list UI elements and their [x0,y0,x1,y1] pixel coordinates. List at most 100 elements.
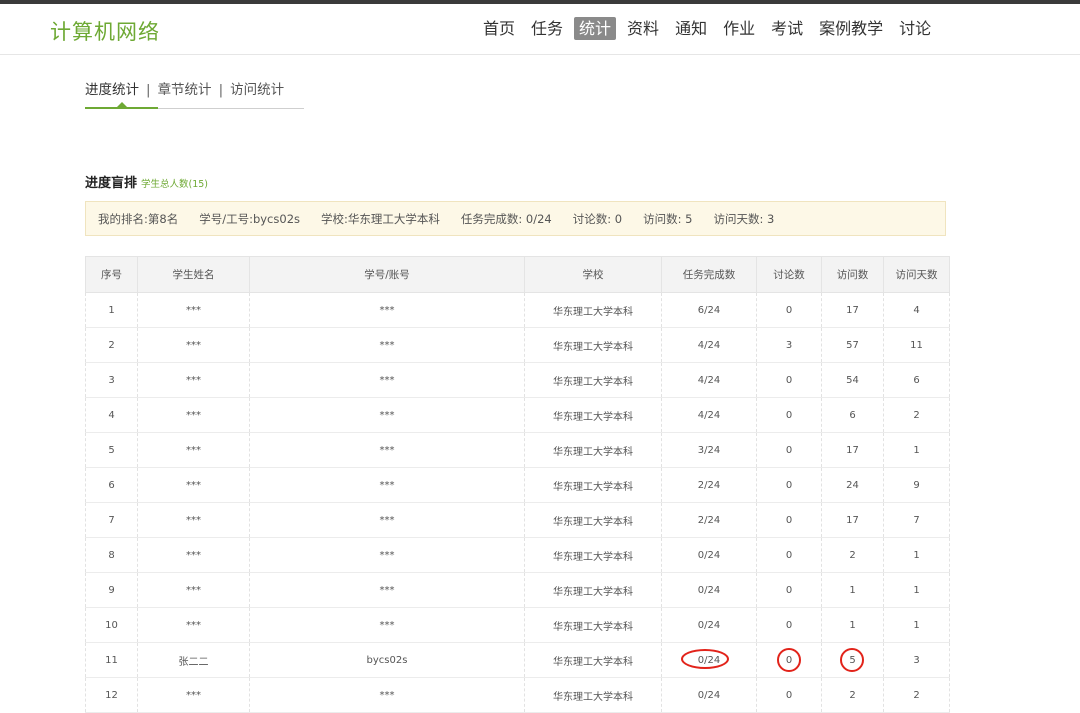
cell-tasks: 2/24 [661,467,757,503]
cell-visits: 1 [821,572,884,608]
red-highlight-circle [776,647,801,672]
header: 计算机网络 首页 任务 统计 资料 通知 作业 考试 案例教学 讨论 [0,4,1080,55]
nav-notices[interactable]: 通知 [670,17,712,40]
cell-tasks: 4/24 [661,397,757,433]
cell-index: 11 [85,642,138,678]
cell-discussions: 0 [756,432,822,468]
cell-index: 9 [85,572,138,608]
table-row: 10 *** *** 华东理工大学本科 0/24 0 1 1 [85,607,950,643]
cell-name: *** [137,327,250,363]
cell-visits: 2 [821,677,884,713]
cell-discussions: 0 [756,607,822,643]
cell-account: *** [249,502,525,538]
cell-visits: 1 [821,607,884,643]
cell-discussions: 0 [756,572,822,608]
cell-index: 8 [85,537,138,573]
cell-name: *** [137,502,250,538]
cell-name: *** [137,467,250,503]
table-row: 12 *** *** 华东理工大学本科 0/24 0 2 2 [85,677,950,713]
col-header-index: 序号 [85,256,138,293]
my-visits: 访问数: 5 [643,211,693,226]
cell-account: *** [249,292,525,328]
section-title: 进度盲排 学生总人数(15) [85,172,208,191]
cell-school: 华东理工大学本科 [524,502,662,538]
active-tab-underline [85,107,158,109]
course-title[interactable]: 计算机网络 [50,16,160,46]
nav-homework[interactable]: 作业 [718,17,760,40]
cell-name: *** [137,292,250,328]
nav-discussion[interactable]: 讨论 [894,17,936,40]
nav-statistics[interactable]: 统计 [574,17,617,40]
nav-case-teaching[interactable]: 案例教学 [814,17,888,40]
cell-index: 10 [85,607,138,643]
cell-name: *** [137,537,250,573]
col-header-visit-days: 访问天数 [883,256,950,293]
cell-tasks: 0/24 [661,642,757,678]
cell-visit-days: 1 [883,432,950,468]
table-row: 5 *** *** 华东理工大学本科 3/24 0 17 1 [85,432,950,468]
cell-index: 1 [85,292,138,328]
cell-index: 3 [85,362,138,398]
cell-tasks: 3/24 [661,432,757,468]
cell-school: 华东理工大学本科 [524,537,662,573]
progress-ranking-table: 序号 学生姓名 学号/账号 学校 任务完成数 讨论数 访问数 访问天数 1 ***… [85,256,950,713]
cell-discussions: 3 [756,327,822,363]
cell-school: 华东理工大学本科 [524,432,662,468]
cell-visit-days: 11 [883,327,950,363]
cell-tasks: 4/24 [661,327,757,363]
col-header-tasks: 任务完成数 [661,256,757,293]
nav-tasks[interactable]: 任务 [526,17,568,40]
cell-school: 华东理工大学本科 [524,677,662,713]
tab-progress-stats[interactable]: 进度统计 [85,80,139,100]
cell-visit-days: 2 [883,677,950,713]
red-highlight-circle [680,648,729,669]
cell-name: *** [137,397,250,433]
cell-name: *** [137,432,250,468]
cell-index: 4 [85,397,138,433]
cell-name: *** [137,607,250,643]
cell-school: 华东理工大学本科 [524,327,662,363]
cell-account: *** [249,432,525,468]
cell-tasks: 6/24 [661,292,757,328]
tab-separator: | [218,82,224,98]
cell-visit-days: 4 [883,292,950,328]
cell-visit-days: 1 [883,607,950,643]
cell-school: 华东理工大学本科 [524,397,662,433]
cell-visit-days: 3 [883,642,950,678]
cell-tasks: 0/24 [661,572,757,608]
cell-visits: 17 [821,432,884,468]
col-header-name: 学生姓名 [137,256,250,293]
cell-tasks: 2/24 [661,502,757,538]
highlighted-value: 0/24 [680,648,729,669]
cell-discussions: 0 [756,502,822,538]
cell-school: 华东理工大学本科 [524,362,662,398]
tab-visit-stats[interactable]: 访问统计 [230,80,284,100]
cell-school: 华东理工大学本科 [524,607,662,643]
tab-chapter-stats[interactable]: 章节统计 [158,80,212,100]
cell-visits: 17 [821,292,884,328]
cell-index: 2 [85,327,138,363]
table-row: 8 *** *** 华东理工大学本科 0/24 0 2 1 [85,537,950,573]
cell-name: 张二二 [137,642,250,678]
nav-home[interactable]: 首页 [478,17,520,40]
cell-discussions: 0 [756,397,822,433]
col-header-discussions: 讨论数 [756,256,822,293]
cell-visit-days: 6 [883,362,950,398]
table-row: 6 *** *** 华东理工大学本科 2/24 0 24 9 [85,467,950,503]
section-title-text: 进度盲排 [85,176,138,191]
cell-visit-days: 1 [883,572,950,608]
nav-materials[interactable]: 资料 [622,17,664,40]
cell-discussions: 0 [756,292,822,328]
cell-school: 华东理工大学本科 [524,642,662,678]
cell-visits: 24 [821,467,884,503]
nav-exams[interactable]: 考试 [766,17,808,40]
cell-visit-days: 2 [883,397,950,433]
cell-visits: 2 [821,537,884,573]
cell-visits: 54 [821,362,884,398]
red-highlight-circle [840,647,865,672]
cell-discussions: 0 [756,642,822,678]
cell-school: 华东理工大学本科 [524,292,662,328]
table-row: 11 张二二 bycs02s 华东理工大学本科 0/24 0 5 3 [85,642,950,678]
my-id: 学号/工号:bycs02s [199,211,300,226]
col-header-visits: 访问数 [821,256,884,293]
